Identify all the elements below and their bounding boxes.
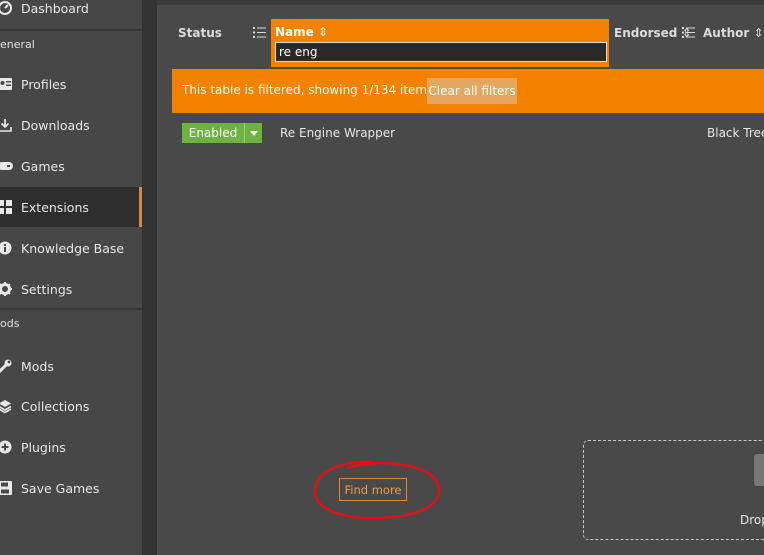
dashboard-icon [0,0,13,16]
drop-zone-icon [754,454,764,486]
save-icon [0,480,13,496]
sort-icon: ⇕ [753,26,764,40]
column-header-name[interactable]: Name ⇕ [271,19,609,67]
section-mods: ods [0,308,142,338]
sidebar: Dashboard eneral Profiles Downloads Game… [0,0,142,555]
table-row-name[interactable]: Re Engine Wrapper [280,126,395,140]
section-label: ods [0,317,20,330]
sidebar-item-label: Dashboard [21,0,89,16]
sidebar-item-save-games[interactable]: Save Games [0,468,142,508]
sidebar-item-plugins[interactable]: Plugins [0,427,142,467]
plus-circle-icon [0,439,13,455]
sidebar-item-label: Collections [21,398,90,414]
column-header-endorsed[interactable]: Endorsed ⇕ [614,26,692,40]
status-dropdown[interactable]: Enabled [182,123,262,143]
sidebar-item-extensions[interactable]: Extensions [0,187,142,227]
sidebar-item-label: Downloads [21,117,90,133]
info-icon [0,240,13,256]
sidebar-item-settings[interactable]: Settings [0,269,142,309]
drop-zone-label: Drop [740,513,764,527]
wrench-icon [0,358,13,374]
sidebar-item-label: Games [21,158,65,174]
clear-all-filters-button[interactable]: Clear all filters [427,78,517,104]
gamepad-icon [0,158,13,174]
status-label[interactable]: Enabled [182,123,244,143]
gear-icon [0,281,13,297]
sidebar-item-mods[interactable]: Mods [0,346,142,386]
name-filter-input[interactable] [275,42,607,62]
sidebar-item-label: Knowledge Base [21,240,125,256]
sidebar-item-knowledge-base[interactable]: Knowledge Base [0,228,142,268]
layers-icon [0,398,13,414]
filter-message: This table is filtered, showing 1/134 it… [182,83,438,97]
list-filter-icon[interactable] [682,27,695,38]
sidebar-item-games[interactable]: Games [0,146,142,186]
sidebar-item-label: Plugins [21,439,66,455]
profiles-icon [0,76,13,92]
sidebar-item-label: Mods [21,358,54,374]
sidebar-item-label: Profiles [21,76,67,92]
sidebar-item-profiles[interactable]: Profiles [0,64,142,104]
caret-down-icon[interactable] [244,123,262,143]
section-label: eneral [0,38,35,51]
sidebar-item-dashboard[interactable]: Dashboard [0,0,142,28]
sidebar-item-collections[interactable]: Collections [0,386,142,426]
sidebar-item-label: Extensions [21,199,89,215]
sort-icon: ⇕ [317,25,329,39]
name-column-title[interactable]: Name ⇕ [275,25,328,39]
red-annotation-circle [313,460,441,520]
table-row-author: Black Tree [707,126,764,140]
sidebar-item-label: Settings [21,281,73,297]
download-icon [0,117,13,133]
extensions-icon [0,199,13,215]
column-header-status[interactable]: Status [178,26,222,40]
section-general: eneral [0,29,142,59]
sidebar-item-label: Save Games [21,480,100,496]
main-top-edge [157,0,764,5]
sidebar-item-downloads[interactable]: Downloads [0,105,142,145]
sidebar-divider [142,0,157,555]
drop-zone[interactable]: Drop [583,440,764,540]
list-filter-icon[interactable] [253,27,266,38]
column-header-author[interactable]: Author ⇕ [703,26,764,40]
filter-banner: This table is filtered, showing 1/134 it… [172,69,764,113]
